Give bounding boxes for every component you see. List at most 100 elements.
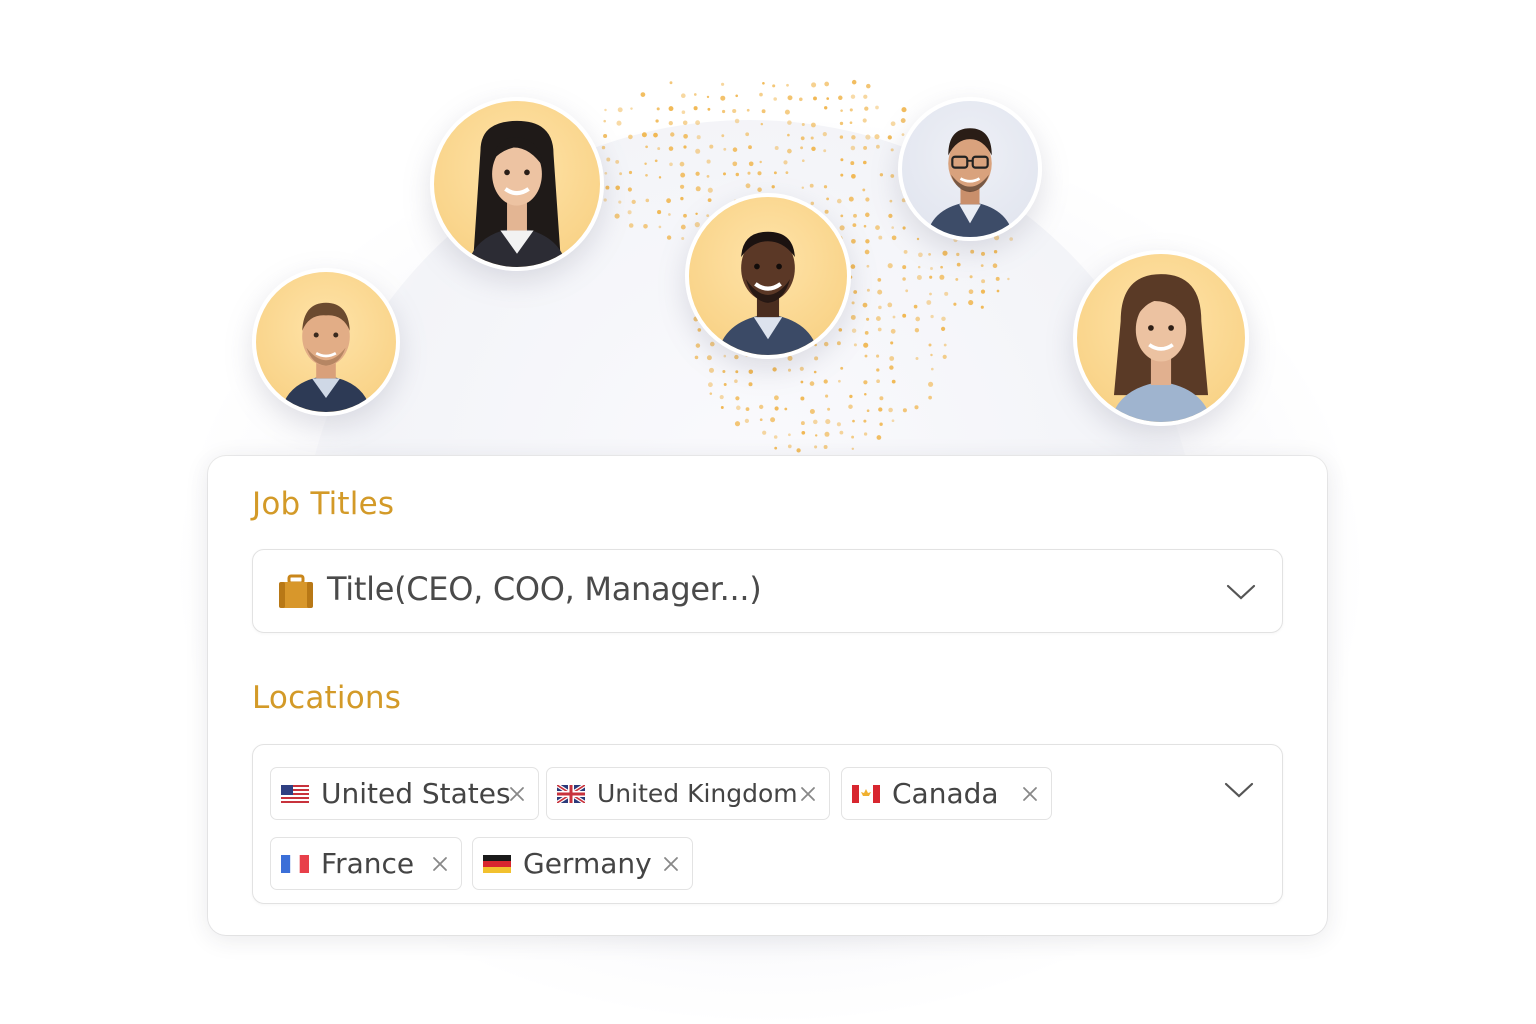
map-dot xyxy=(761,109,766,114)
map-dot xyxy=(697,328,702,332)
map-dot xyxy=(851,301,855,305)
map-dot xyxy=(901,107,907,113)
remove-canada-icon[interactable] xyxy=(1021,785,1039,803)
map-dot xyxy=(865,239,870,244)
map-dot xyxy=(631,199,636,205)
map-dot xyxy=(914,405,919,410)
briefcase-icon xyxy=(279,574,313,608)
map-dot xyxy=(706,175,710,178)
map-dot xyxy=(902,408,907,413)
map-dot xyxy=(824,209,829,214)
map-dot xyxy=(866,83,871,89)
map-dot xyxy=(866,409,870,413)
map-dot xyxy=(680,196,684,201)
map-dot xyxy=(879,422,883,426)
map-dot xyxy=(826,97,830,100)
map-dot xyxy=(707,187,713,193)
map-dot xyxy=(811,82,817,88)
map-dot xyxy=(824,81,830,87)
map-dot xyxy=(838,328,843,332)
map-dot xyxy=(760,122,764,126)
location-chip-france: France xyxy=(270,837,462,890)
map-dot xyxy=(839,121,844,126)
map-dot xyxy=(679,161,685,167)
map-dot xyxy=(825,394,829,398)
map-dot xyxy=(887,135,892,140)
map-dot xyxy=(928,381,934,387)
map-dot xyxy=(799,97,803,102)
map-dot xyxy=(941,316,946,322)
map-dot xyxy=(757,171,762,176)
chip-label: France xyxy=(321,847,415,880)
map-dot xyxy=(875,316,881,322)
map-dot xyxy=(616,120,622,126)
map-dot xyxy=(980,264,984,267)
remove-germany-icon[interactable] xyxy=(662,855,680,873)
person-avatar-2 xyxy=(430,97,604,271)
map-dot xyxy=(914,328,920,333)
map-dot xyxy=(942,250,948,256)
map-dot xyxy=(679,184,685,189)
person-avatar-3 xyxy=(685,193,851,359)
map-dot xyxy=(968,289,974,295)
map-dot xyxy=(839,135,844,139)
map-dot xyxy=(723,383,727,386)
map-dot xyxy=(606,157,611,162)
map-dot xyxy=(996,289,1000,293)
map-dot xyxy=(824,106,828,110)
remove-united-states-icon[interactable] xyxy=(508,785,526,803)
map-dot xyxy=(878,235,883,240)
map-dot xyxy=(852,223,857,228)
locations-select[interactable]: United States United Kingdom Canada Fran… xyxy=(252,744,1283,904)
map-dot xyxy=(865,134,871,140)
map-dot xyxy=(734,421,741,427)
map-dot xyxy=(745,183,751,189)
chip-label: United Kingdom xyxy=(597,779,798,808)
map-dot xyxy=(823,341,829,347)
map-dot xyxy=(799,366,804,371)
map-dot xyxy=(735,172,740,177)
us-flag-icon xyxy=(281,784,309,803)
map-dot xyxy=(939,274,945,280)
map-dot xyxy=(879,173,884,177)
map-dot xyxy=(926,300,932,305)
map-dot xyxy=(890,341,894,345)
map-dot xyxy=(773,171,777,175)
map-dot xyxy=(681,110,686,114)
location-chip-germany: Germany xyxy=(472,837,693,890)
map-dot xyxy=(784,109,790,115)
map-dot xyxy=(876,354,880,358)
map-dot xyxy=(695,212,698,216)
map-dot xyxy=(863,419,867,423)
chevron-down-icon[interactable] xyxy=(1224,781,1254,799)
map-dot xyxy=(748,161,754,167)
map-dot xyxy=(853,290,858,294)
remove-united-kingdom-icon[interactable] xyxy=(799,785,817,803)
map-dot xyxy=(721,134,725,138)
map-dot xyxy=(992,263,998,269)
map-dot xyxy=(929,275,933,279)
remove-france-icon[interactable] xyxy=(431,855,449,873)
map-dot xyxy=(889,356,895,361)
map-dot xyxy=(744,418,750,424)
map-dot xyxy=(810,122,816,128)
map-dot xyxy=(658,176,662,179)
map-dot xyxy=(682,120,688,126)
map-dot xyxy=(814,356,819,361)
map-dot xyxy=(746,108,750,112)
filter-card: Job Titles Title(CEO, COO, Manager...) L… xyxy=(208,456,1327,935)
map-dot xyxy=(762,81,765,85)
map-dot xyxy=(995,276,1000,281)
map-dot xyxy=(903,249,908,254)
map-dot xyxy=(787,95,793,101)
chevron-down-icon[interactable] xyxy=(1226,583,1256,601)
map-dot xyxy=(645,198,650,203)
map-dot xyxy=(940,265,943,269)
map-dot xyxy=(811,146,816,152)
map-dot xyxy=(801,122,805,127)
map-dot xyxy=(683,213,687,218)
map-dot xyxy=(800,380,804,384)
job-title-select[interactable]: Title(CEO, COO, Manager...) xyxy=(252,549,1283,633)
map-dot xyxy=(864,249,870,255)
map-dot xyxy=(878,305,882,310)
